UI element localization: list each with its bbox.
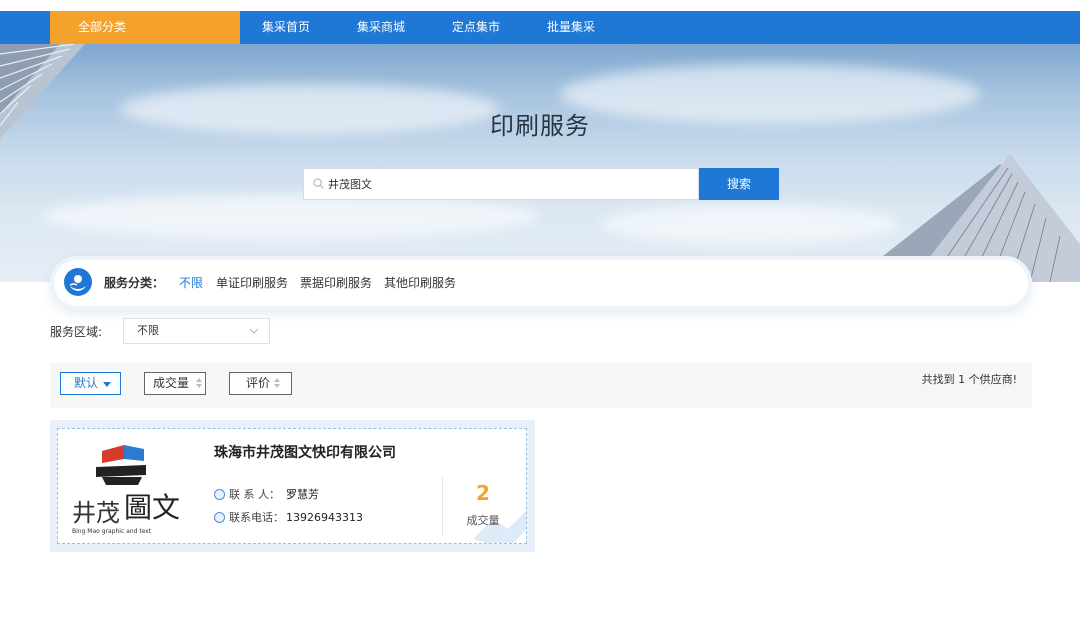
contact-row: 联 系 人： 罗慧芳 [214, 488, 319, 502]
sort-default-button[interactable]: 默认 [60, 372, 121, 395]
sort-volume-button[interactable]: 成交量 [144, 372, 206, 395]
search-box [303, 168, 699, 200]
sort-arrows-icon [274, 378, 280, 388]
sort-arrows-icon [196, 378, 202, 388]
contact-label: 联 系 人： [229, 488, 280, 501]
logo-main-text: 井茂 [72, 499, 120, 527]
main-nav: 全部分类 集采首页 集采商城 定点集市 批量集采 [0, 11, 1080, 44]
deal-label: 成交量 [466, 514, 500, 527]
region-select[interactable]: 不限 [123, 318, 270, 344]
category-item-document-printing[interactable]: 单证印刷服务 [216, 260, 288, 306]
supplier-card-inner: 井茂 圖文 Bing Mao graphic and text 珠海市井茂图文快… [57, 428, 527, 544]
sort-volume-label: 成交量 [153, 376, 190, 390]
sort-bar: 默认 成交量 评价 共找到 1 个供应商! [50, 363, 1032, 408]
sort-rating-button[interactable]: 评价 [229, 372, 292, 395]
search-input[interactable] [328, 169, 688, 199]
nav-link-market[interactable]: 定点集市 [452, 11, 500, 44]
contact-value: 罗慧芳 [286, 488, 319, 501]
contact-icon [214, 489, 225, 500]
logo-sub-text: Bing Mao graphic and text [72, 528, 152, 535]
category-label: 服务分类： [104, 276, 165, 290]
category-item-unlimited[interactable]: 不限 [179, 260, 203, 306]
search-icon [313, 178, 324, 189]
caret-down-icon [103, 382, 111, 387]
chevron-down-icon [249, 328, 259, 334]
phone-icon [214, 512, 225, 523]
phone-label: 联系电话： [229, 511, 284, 524]
company-logo[interactable]: 井茂 圖文 Bing Mao graphic and text [68, 437, 208, 537]
deal-count: 2 [476, 481, 490, 505]
result-count-text: 共找到 1 个供应商! [921, 373, 1017, 386]
category-item-other-printing[interactable]: 其他印刷服务 [384, 260, 456, 306]
page-title: 印刷服务 [490, 112, 590, 140]
phone-row: 联系电话： 13926943313 [214, 511, 363, 525]
search-button[interactable]: 搜索 [699, 168, 779, 200]
sort-default-label: 默认 [74, 376, 99, 390]
category-item-ticket-printing[interactable]: 票据印刷服务 [300, 260, 372, 306]
logo-side-text: 圖文 [124, 491, 180, 524]
supplier-card[interactable]: 井茂 圖文 Bing Mao graphic and text 珠海市井茂图文快… [50, 420, 535, 552]
sort-rating-label: 评价 [246, 376, 271, 390]
nav-link-mall[interactable]: 集采商城 [357, 11, 405, 44]
service-category-icon [64, 268, 92, 296]
top-strip [0, 0, 1080, 11]
all-categories-button[interactable]: 全部分类 [50, 11, 240, 44]
region-select-value: 不限 [137, 324, 159, 337]
phone-value: 13926943313 [286, 511, 363, 524]
service-category-bar: 服务分类： 不限 单证印刷服务 票据印刷服务 其他印刷服务 [50, 256, 1032, 310]
nav-link-bulk[interactable]: 批量集采 [547, 11, 595, 44]
cloud-decoration [40, 194, 540, 239]
hero-banner: 印刷服务 搜索 [0, 44, 1080, 282]
nav-link-home[interactable]: 集采首页 [262, 11, 310, 44]
card-divider [442, 477, 443, 535]
region-label: 服务区域: [50, 325, 103, 339]
company-name[interactable]: 珠海市井茂图文快印有限公司 [214, 442, 396, 462]
